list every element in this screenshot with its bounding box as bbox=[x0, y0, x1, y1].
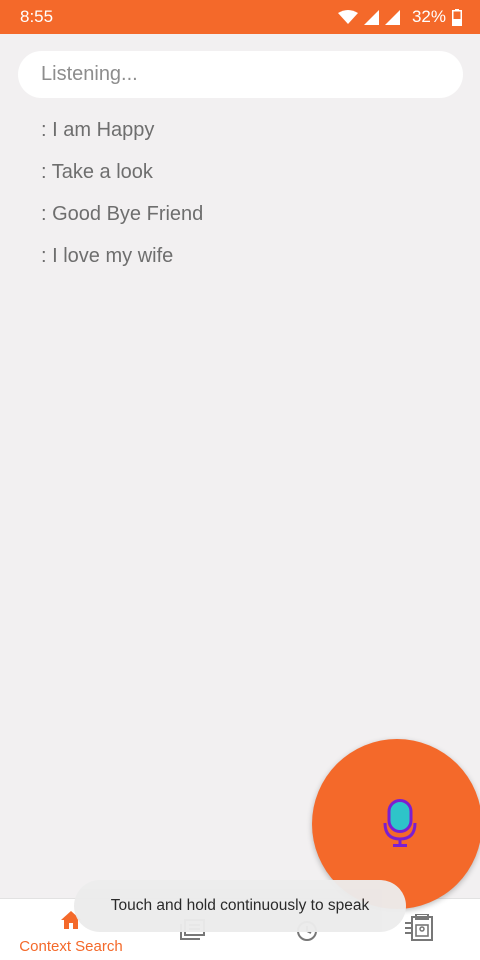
microphone-icon bbox=[383, 799, 417, 852]
signal-icon bbox=[384, 9, 400, 25]
battery-percent: 32% bbox=[411, 7, 446, 26]
search-input[interactable] bbox=[18, 51, 463, 98]
signal-icon bbox=[363, 9, 379, 25]
status-bar: 8:55 32% bbox=[0, 0, 480, 34]
wifi-icon bbox=[337, 9, 358, 25]
list-item[interactable]: : Take a look bbox=[41, 158, 203, 200]
phrase-list: : I am Happy : Take a look : Good Bye Fr… bbox=[41, 116, 203, 284]
battery-icon bbox=[452, 8, 462, 26]
nav-label: Context Search bbox=[19, 938, 123, 955]
status-time: 8:55 bbox=[20, 7, 54, 26]
list-item[interactable]: : I love my wife bbox=[41, 242, 203, 284]
toast-message: Touch and hold continuously to speak bbox=[74, 880, 406, 932]
list-item[interactable]: : Good Bye Friend bbox=[41, 200, 203, 242]
list-item[interactable]: : I am Happy bbox=[41, 116, 203, 158]
gallery-icon bbox=[403, 913, 435, 947]
status-icons: 32% bbox=[337, 7, 462, 27]
